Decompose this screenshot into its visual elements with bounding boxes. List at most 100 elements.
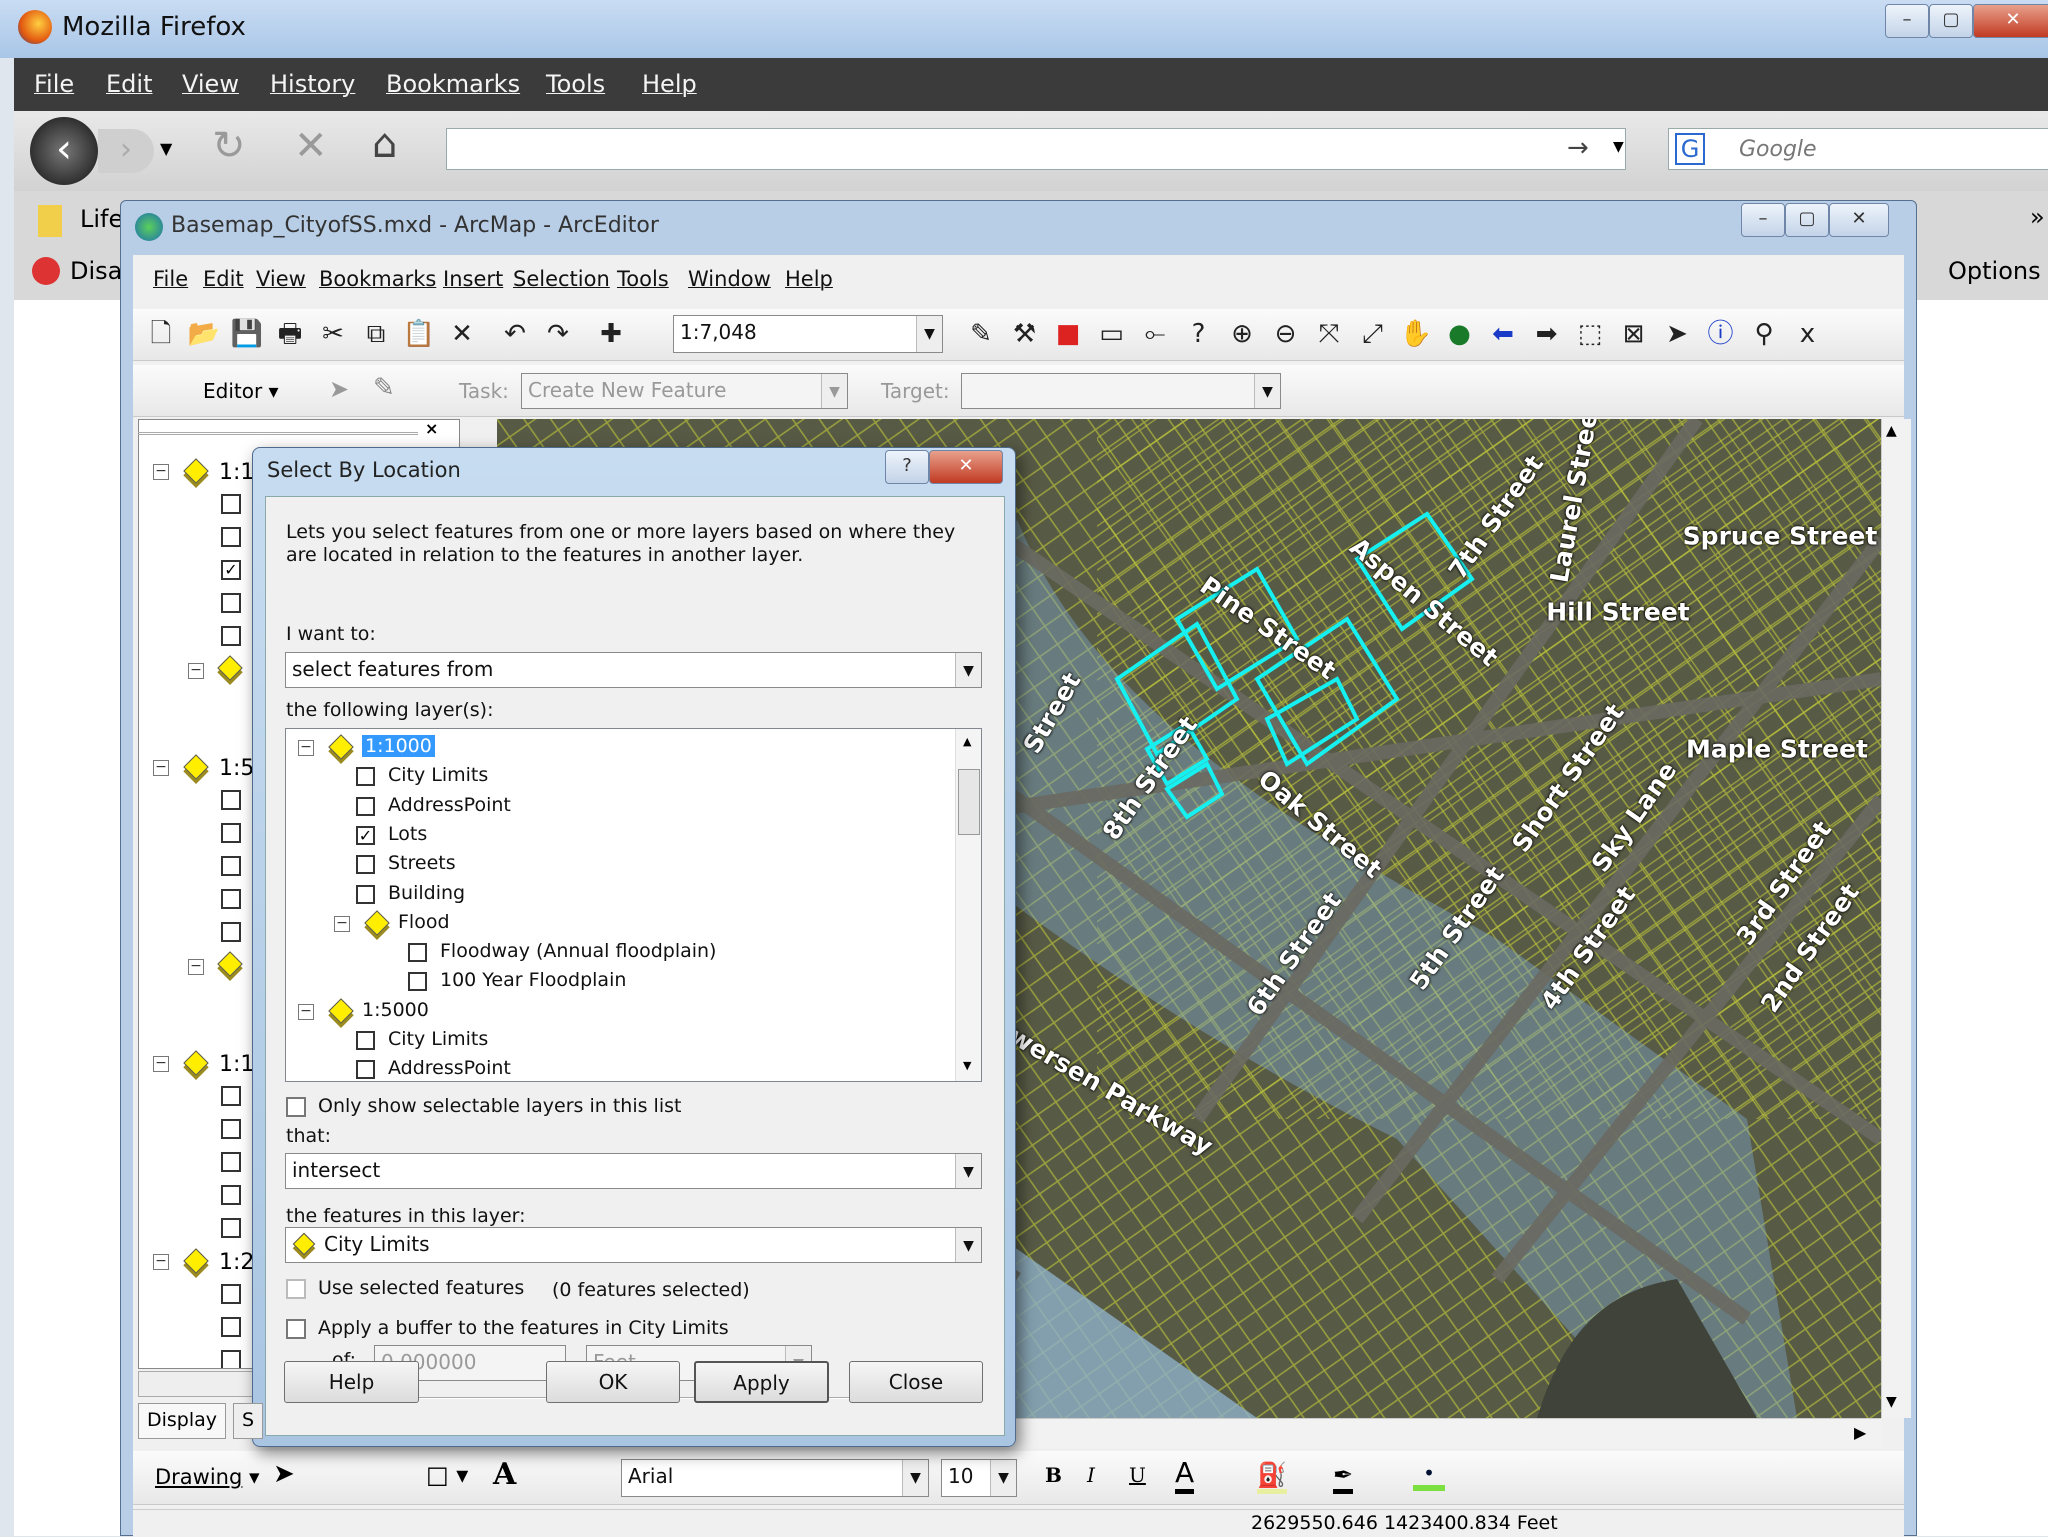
expand-toggle[interactable]: − [334,915,350,932]
use-selected-checkbox[interactable] [286,1279,306,1299]
arctoolbox-icon[interactable]: ⚒ [1007,315,1043,353]
pan-icon[interactable]: ✋ [1398,315,1434,353]
scroll-thumb[interactable] [958,769,980,835]
layer-checkbox[interactable] [356,1031,375,1050]
layer-label[interactable]: City Limits [388,764,488,786]
font-color-button[interactable]: A [1175,1457,1195,1494]
fixed-zoom-in-icon[interactable]: ⤧ [1311,315,1347,353]
layer-visibility-checkbox[interactable] [221,1317,241,1337]
layer-visibility-checkbox[interactable] [221,1119,241,1139]
add-data-icon[interactable]: ✚ [593,315,629,353]
layer-checkbox[interactable]: ✓ [356,825,375,845]
marker-color-icon[interactable]: • [1413,1461,1445,1491]
layer-label[interactable]: Streets [388,852,456,874]
close-window-button[interactable]: ✕ [1973,4,2048,38]
layer-checkbox[interactable] [408,972,427,992]
clear-selection-icon[interactable]: ⊠ [1616,315,1652,353]
chevron-down-icon[interactable]: ▼ [902,1460,928,1496]
bookmark-disa[interactable]: Disa [70,257,122,285]
line-color-icon[interactable]: ✒ [1333,1461,1354,1494]
bold-button[interactable]: B [1045,1463,1062,1487]
layer-label[interactable]: AddressPoint [388,1057,511,1079]
layer-checkbox[interactable] [356,1060,375,1080]
toc-close-icon[interactable]: × [425,419,445,439]
menu-tools[interactable]: Tools [546,70,605,98]
select-elements-icon[interactable]: ➤ [1659,315,1695,353]
find-icon[interactable]: ⚲ [1746,315,1782,353]
zoom-in-icon[interactable]: ⊕ [1224,315,1260,353]
expand-toggle[interactable]: − [153,1254,169,1270]
back-icon[interactable]: ⬅ [1485,315,1521,353]
expand-toggle[interactable]: − [188,959,204,975]
only-selectable-checkbox[interactable] [286,1097,306,1117]
back-button[interactable]: ‹ [30,117,98,185]
bookmarks-overflow[interactable]: » [2030,203,2045,231]
paste-icon[interactable]: 📋 [401,315,437,353]
command-line-icon[interactable]: ▭ [1094,315,1130,353]
task-combo[interactable]: Create New Feature ▼ [521,373,848,409]
menu-view[interactable]: View [182,70,239,98]
new-text-icon[interactable]: A [493,1457,516,1492]
arc-menu-window[interactable]: Window [688,267,771,291]
google-engine-icon[interactable]: G [1675,133,1705,165]
ok-button[interactable]: OK [546,1361,680,1403]
arc-minimize-button[interactable]: – [1741,203,1785,237]
go-arrow-icon[interactable]: → [1567,133,1589,163]
url-dropdown-icon[interactable]: ▼ [1613,139,1624,155]
layer-visibility-checkbox[interactable] [221,527,241,547]
chevron-down-icon[interactable]: ▼ [955,653,981,687]
expand-toggle[interactable]: − [188,663,204,679]
redo-icon[interactable]: ↷ [540,315,576,353]
new-icon[interactable]: 🗋 [143,315,179,353]
layer-checkbox[interactable] [356,796,375,816]
arc-menu-file[interactable]: File [153,267,188,291]
reload-icon[interactable]: ↻ [212,123,246,169]
layer-visibility-checkbox[interactable] [221,922,241,942]
menu-edit[interactable]: Edit [106,70,152,98]
layer-label[interactable]: 100 Year Floodplain [440,969,626,991]
menu-history[interactable]: History [270,70,355,98]
close-button[interactable]: Close [849,1361,983,1403]
font-combo[interactable]: Arial ▼ [621,1459,929,1497]
home-icon[interactable]: ⌂ [372,121,397,167]
apply-buffer-checkbox[interactable] [286,1319,306,1339]
scroll-down-icon[interactable]: ▼ [963,1059,971,1072]
select-features-icon[interactable]: ⬚ [1572,315,1608,353]
expand-toggle[interactable]: − [153,464,169,480]
toolbox-red-icon[interactable]: ■ [1050,315,1086,353]
arc-menu-tools[interactable]: Tools [617,267,669,291]
forward-icon[interactable]: ➡ [1529,315,1565,353]
whats-this-icon[interactable]: ? [1181,315,1217,353]
fixed-zoom-out-icon[interactable]: ⤢ [1355,315,1391,353]
layer-visibility-checkbox[interactable] [221,889,241,909]
expand-toggle[interactable]: − [298,1003,314,1020]
layer-visibility-checkbox[interactable] [221,593,241,613]
menu-help[interactable]: Help [642,70,697,98]
editor-toolbar-icon[interactable]: ✎ [963,315,999,353]
layer-visibility-checkbox[interactable] [221,494,241,514]
layer-visibility-checkbox[interactable] [221,1086,241,1106]
arc-close-button[interactable]: ✕ [1829,203,1889,237]
underline-button[interactable]: U [1129,1463,1146,1487]
history-dropdown-icon[interactable]: ▼ [160,139,172,158]
layer-visibility-checkbox[interactable] [221,626,241,646]
chevron-down-icon[interactable]: ▼ [955,1228,981,1262]
chevron-down-icon[interactable]: ▼ [990,1460,1016,1496]
layer-visibility-checkbox[interactable] [221,1284,241,1304]
help-button[interactable]: Help [284,1361,419,1403]
arc-menu-selection[interactable]: Selection [513,267,610,291]
layer-label[interactable]: Floodway (Annual floodplain) [440,940,716,962]
layer-group-label[interactable]: Flood [398,911,450,933]
expand-toggle[interactable]: − [298,740,314,756]
url-bar[interactable]: → ▼ [446,128,1626,170]
layer-visibility-checkbox[interactable] [221,1350,241,1368]
layer-checkbox[interactable] [356,884,375,904]
layer-group-label[interactable]: 1:5000 [362,999,429,1021]
font-size-combo[interactable]: 10 ▼ [941,1459,1017,1497]
delete-icon[interactable]: ✕ [444,315,480,353]
target-combo[interactable]: ▼ [961,373,1281,409]
relationship-select[interactable]: intersect ▼ [285,1153,982,1189]
dialog-help-button[interactable]: ? [885,450,929,484]
source-layer-select[interactable]: City Limits ▼ [285,1227,982,1263]
scroll-right-icon[interactable]: ▶ [1854,1423,1866,1442]
